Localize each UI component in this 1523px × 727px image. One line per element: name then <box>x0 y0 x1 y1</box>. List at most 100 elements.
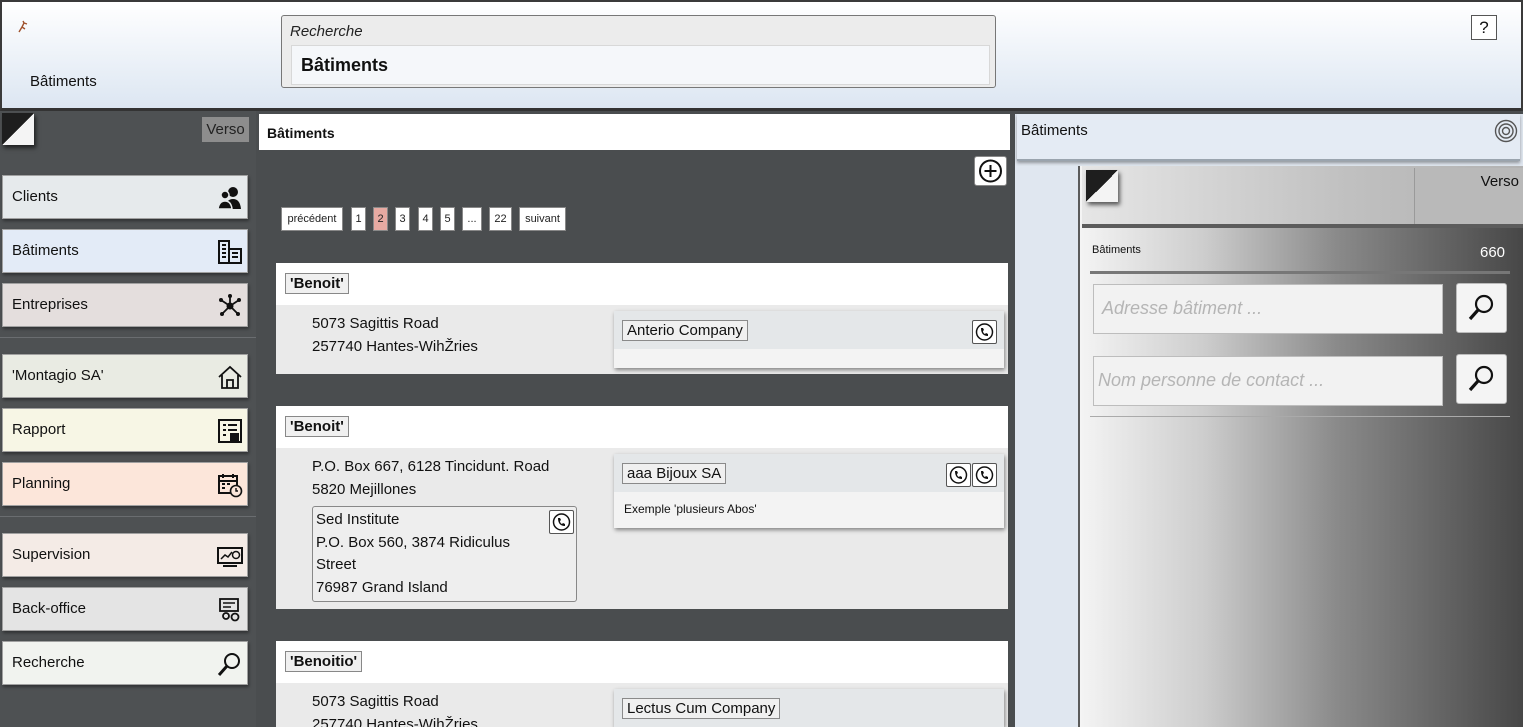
verso-button[interactable]: Verso <box>1414 168 1523 224</box>
phone-icon <box>949 466 968 484</box>
building-name[interactable]: 'Benoit' <box>285 273 349 294</box>
address-line: 76987 Grand Island <box>316 578 448 596</box>
building-card: 'Benoit' 5073 Sagittis Road 257740 Hante… <box>276 263 1008 374</box>
sidebar-item-label: Planning <box>12 475 71 492</box>
sidebar-item-label: Entreprises <box>12 296 88 313</box>
pager-previous[interactable]: précédent <box>281 207 343 231</box>
monitor-icon <box>217 547 243 567</box>
sidebar-item-back-office[interactable]: Back-office <box>2 587 248 631</box>
help-button[interactable]: ? <box>1471 15 1497 40</box>
sidebar-item-entreprises[interactable]: Entreprises <box>2 283 248 327</box>
result-count-value: 660 <box>1480 244 1506 261</box>
target-icon[interactable] <box>1494 119 1518 143</box>
buildings-list-panel: Bâtiments précédent 1 2 3 4 5 ... 22 sui… <box>259 114 1011 727</box>
home-icon <box>218 365 242 389</box>
phone-button[interactable] <box>972 320 997 344</box>
address-line: 257740 Hantes-WihŽries <box>312 715 478 727</box>
page-fold-icon[interactable] <box>1086 170 1118 202</box>
building-card: 'Benoit' P.O. Box 667, 6128 Tincidunt. R… <box>276 406 1008 609</box>
sidebar-item-label: Supervision <box>12 546 91 563</box>
search-side-panel: Bâtiments Verso Bâtiments 660 Adresse bâ… <box>1015 114 1523 727</box>
search-icon <box>1468 294 1494 321</box>
phone-icon <box>975 466 994 484</box>
building-name[interactable]: 'Benoitio' <box>285 651 363 672</box>
side-panel-title: Bâtiments <box>1021 122 1088 139</box>
sidebar-item-label: Rapport <box>12 421 66 438</box>
sidebar-item-rapport[interactable]: Rapport <box>2 408 248 452</box>
company-box: Lectus Cum Company <box>614 689 1004 727</box>
add-building-button[interactable] <box>974 156 1007 186</box>
contact-search-button[interactable] <box>1456 354 1507 404</box>
pager-page-active[interactable]: 2 <box>373 207 388 231</box>
sidebar-item-batiments[interactable]: Bâtiments <box>2 229 248 273</box>
address-line: 257740 Hantes-WihŽries <box>312 337 478 355</box>
panel-title-bar: Bâtiments <box>259 114 1010 150</box>
result-count-label: Bâtiments <box>1092 244 1141 256</box>
plus-circle-icon <box>979 159 1002 183</box>
company-name[interactable]: Anterio Company <box>622 320 748 341</box>
pager-page[interactable]: 4 <box>418 207 433 231</box>
contact-search-input[interactable]: Nom personne de contact ... <box>1093 356 1443 406</box>
address-line: P.O. Box 560, 3874 Ridiculus <box>316 533 511 551</box>
sidebar-item-clients[interactable]: Clients <box>2 175 248 219</box>
network-icon <box>219 294 241 316</box>
phone-button[interactable] <box>946 463 971 487</box>
company-note: Exemple 'plusieurs Abos' <box>624 502 757 516</box>
company-name[interactable]: Lectus Cum Company <box>622 698 781 719</box>
panel-title: Bâtiments <box>267 125 335 141</box>
address-line: P.O. Box 667, 6128 Tincidunt. Road <box>312 458 550 475</box>
sidebar-item-label: Recherche <box>12 654 85 671</box>
pager-page[interactable]: 22 <box>489 207 512 231</box>
pager-page[interactable]: 3 <box>395 207 410 231</box>
building-address: P.O. Box 667, 6128 Tincidunt. Road 5820 … <box>312 456 549 501</box>
building-card: 'Benoitio' 5073 Sagittis Road 257740 Han… <box>276 641 1008 727</box>
building-icon <box>218 240 242 264</box>
building-card-header: 'Benoit' <box>276 263 1008 305</box>
side-panel-strip <box>1015 166 1080 727</box>
divider <box>1090 416 1510 417</box>
search-legend: Recherche <box>290 23 363 40</box>
company-header: aaa Bijoux SA <box>614 454 1004 492</box>
address-search-button[interactable] <box>1456 283 1507 333</box>
sidebar-item-label: Back-office <box>12 600 86 617</box>
building-name[interactable]: 'Benoit' <box>285 416 349 437</box>
address-line: 5820 Mejillones <box>312 480 417 498</box>
sidebar-item-label: Bâtiments <box>12 242 79 259</box>
pager-page[interactable]: 1 <box>351 207 366 231</box>
secondary-company-box: Sed Institute P.O. Box 560, 3874 Ridicul… <box>312 506 577 602</box>
search-panel: Recherche Bâtiments <box>281 15 996 88</box>
pager-page[interactable]: 5 <box>440 207 455 231</box>
sidebar-item-label: Clients <box>12 188 58 205</box>
pager-ellipsis: ... <box>462 207 482 231</box>
sidebar-item-planning[interactable]: Planning <box>2 462 248 506</box>
report-icon <box>218 419 242 443</box>
sidebar-divider <box>0 516 256 517</box>
filter-panel: Verso Bâtiments 660 Adresse bâtiment ...… <box>1078 166 1523 727</box>
company-header: Anterio Company <box>614 311 1004 349</box>
backoffice-icon <box>219 598 240 622</box>
search-icon <box>217 653 240 676</box>
app-logo-icon[interactable] <box>16 20 30 37</box>
sidebar-item-montagio[interactable]: 'Montagio SA' <box>2 354 248 398</box>
sidebar: Verso Clients Bâtiments Entreprises 'Mon… <box>0 111 256 727</box>
page-fold-icon[interactable] <box>2 113 34 145</box>
company-box: Anterio Company <box>614 311 1004 368</box>
building-card-header: 'Benoitio' <box>276 641 1008 683</box>
building-address: 5073 Sagittis Road 257740 Hantes-WihŽrie… <box>312 313 478 358</box>
search-input[interactable]: Bâtiments <box>291 45 990 85</box>
phone-button[interactable] <box>549 510 574 534</box>
verso-button[interactable]: Verso <box>202 117 249 142</box>
address-line: Street <box>316 556 357 573</box>
calendar-icon <box>218 474 243 498</box>
sub-company-name: Sed Institute <box>316 511 400 528</box>
phone-button[interactable] <box>972 463 997 487</box>
sidebar-item-recherche[interactable]: Recherche <box>2 641 248 685</box>
address-search-input[interactable]: Adresse bâtiment ... <box>1093 284 1443 334</box>
company-name[interactable]: aaa Bijoux SA <box>622 463 727 484</box>
sidebar-item-label: 'Montagio SA' <box>12 367 104 384</box>
company-box: aaa Bijoux SA Exemple 'plusieurs Abos' <box>614 454 1004 528</box>
company-header: Lectus Cum Company <box>614 689 1004 727</box>
sidebar-item-supervision[interactable]: Supervision <box>2 533 248 577</box>
filter-panel-top: Verso <box>1082 166 1523 228</box>
pager-next[interactable]: suivant <box>519 207 566 231</box>
